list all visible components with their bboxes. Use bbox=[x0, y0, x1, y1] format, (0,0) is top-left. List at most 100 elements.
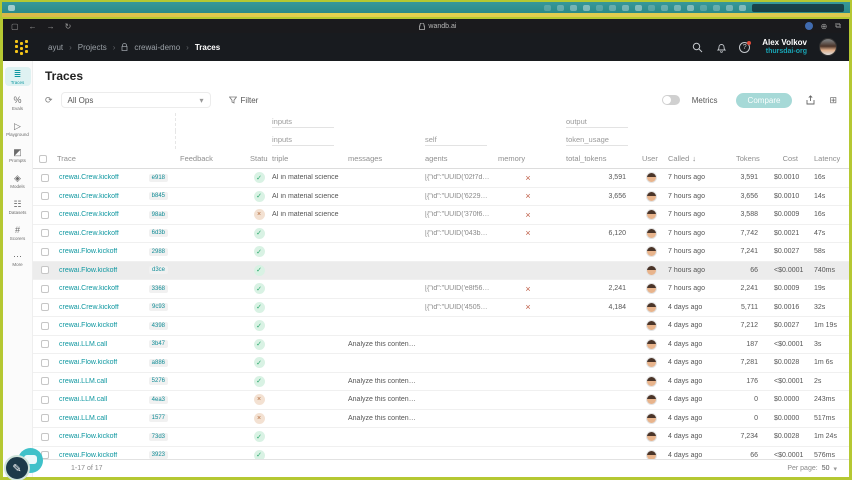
table-row[interactable]: crewai.LLM.call 1577 × Analyze this conten…… bbox=[33, 409, 849, 428]
row-checkbox[interactable] bbox=[41, 340, 49, 349]
table-row[interactable]: crewai.Crew.kickoff b845 ✓ AI in material s… bbox=[33, 187, 849, 206]
sidebar-item-evals[interactable]: % Evals bbox=[5, 93, 31, 112]
table-row[interactable]: crewai.Crew.kickoff 9c93 ✓ [{"id":"UUID('45… bbox=[33, 298, 849, 317]
breadcrumb-entity[interactable]: ayut bbox=[48, 43, 63, 52]
row-checkbox[interactable] bbox=[41, 266, 49, 275]
column-header-tokens[interactable]: Tokens bbox=[732, 154, 770, 163]
column-header-status[interactable]: Status bbox=[246, 154, 268, 163]
row-checkbox[interactable] bbox=[41, 414, 49, 423]
user-menu[interactable]: Alex Volkov thursdai-org bbox=[762, 38, 807, 55]
per-page-select[interactable]: 50 bbox=[822, 465, 830, 472]
table-row[interactable]: crewai.Crew.kickoff e918 ✓ AI in material s… bbox=[33, 169, 849, 188]
trace-name-link[interactable]: crewai.Flow.kickoff bbox=[59, 452, 149, 459]
trace-name-link[interactable]: crewai.LLM.call bbox=[59, 396, 149, 403]
trace-name-link[interactable]: crewai.Crew.kickoff bbox=[59, 174, 149, 181]
trace-name-link[interactable]: crewai.Flow.kickoff bbox=[59, 267, 149, 274]
export-icon[interactable] bbox=[806, 95, 815, 105]
sidebar-item-more[interactable]: ⋯ More bbox=[5, 249, 31, 268]
row-checkbox[interactable] bbox=[41, 358, 49, 367]
trace-name-link[interactable]: crewai.Flow.kickoff bbox=[59, 433, 149, 440]
table-row[interactable]: crewai.Flow.kickoff 3923 ✓ 4 days ago 66 <$0.… bbox=[33, 446, 849, 459]
row-checkbox[interactable] bbox=[41, 210, 49, 219]
sidebar-item-traces[interactable]: ≣ Traces bbox=[4, 67, 31, 86]
wandb-logo[interactable] bbox=[15, 39, 28, 55]
trace-name-link[interactable]: crewai.LLM.call bbox=[59, 415, 149, 422]
extension-icon[interactable] bbox=[804, 22, 813, 30]
trace-name-link[interactable]: crewai.LLM.call bbox=[59, 378, 149, 385]
trace-name-link[interactable]: crewai.Crew.kickoff bbox=[59, 193, 149, 200]
column-header-messages[interactable]: messages bbox=[344, 154, 421, 163]
column-header-called[interactable]: Called ↓ bbox=[664, 154, 732, 163]
column-header-triple[interactable]: triple bbox=[268, 154, 344, 163]
row-checkbox[interactable] bbox=[41, 377, 49, 386]
sidebar-item-models[interactable]: ◈ Models bbox=[5, 171, 31, 190]
compose-feedback-button[interactable]: ✎ bbox=[4, 455, 30, 480]
sidebar-item-prompts[interactable]: ◩ Prompts bbox=[5, 145, 31, 164]
column-header-memory[interactable]: memory bbox=[494, 154, 562, 163]
table-row[interactable]: crewai.Flow.kickoff 2988 ✓ 7 hours ago 7,241… bbox=[33, 243, 849, 262]
row-checkbox[interactable] bbox=[41, 173, 49, 182]
column-header-agents[interactable]: agents bbox=[421, 154, 494, 163]
forward-icon[interactable]: → bbox=[47, 22, 55, 31]
user-avatar bbox=[646, 301, 657, 313]
search-icon[interactable] bbox=[691, 41, 703, 53]
table-row[interactable]: crewai.LLM.call 3b47 ✓ Analyze this conten…… bbox=[33, 335, 849, 354]
trace-name-link[interactable]: crewai.LLM.call bbox=[59, 341, 149, 348]
table-row[interactable]: crewai.Flow.kickoff a886 ✓ 4 days ago 7,281 $… bbox=[33, 354, 849, 373]
table-row[interactable]: crewai.LLM.call 5276 ✓ Analyze this conten…… bbox=[33, 372, 849, 391]
sidebar-item-scorers[interactable]: # Scorers bbox=[5, 223, 31, 242]
trace-name-link[interactable]: crewai.Crew.kickoff bbox=[59, 285, 149, 292]
breadcrumb-project[interactable]: crewai-demo bbox=[134, 43, 180, 52]
row-checkbox[interactable] bbox=[41, 303, 49, 312]
column-header-total-tokens[interactable]: total_tokens bbox=[562, 154, 638, 163]
column-header-latency[interactable]: Latency bbox=[810, 154, 849, 163]
row-checkbox[interactable] bbox=[41, 432, 49, 441]
metrics-toggle[interactable] bbox=[661, 95, 680, 105]
reload-icon[interactable]: ↻ bbox=[65, 22, 72, 31]
table-row[interactable]: crewai.Crew.kickoff 6d3b ✓ [{"id":"UUID('04… bbox=[33, 224, 849, 243]
table-row[interactable]: crewai.Flow.kickoff 4398 ✓ 4 days ago 7,212 $… bbox=[33, 317, 849, 336]
compare-button[interactable]: Compare bbox=[735, 92, 793, 108]
table-row[interactable]: crewai.Crew.kickoff 3368 ✓ [{"id":"UUID('e8… bbox=[33, 280, 849, 299]
avatar[interactable] bbox=[819, 38, 837, 56]
duplicate-tab-icon[interactable]: ⧉ bbox=[835, 21, 841, 31]
refresh-icon[interactable]: ⟳ bbox=[45, 95, 53, 106]
table-row[interactable]: crewai.Crew.kickoff 98ab × AI in material s… bbox=[33, 206, 849, 225]
breadcrumb-projects[interactable]: Projects bbox=[78, 43, 107, 52]
trace-name-link[interactable]: crewai.Flow.kickoff bbox=[59, 248, 149, 255]
sidebar-toggle-icon[interactable]: ▢ bbox=[11, 22, 19, 31]
trace-name-link[interactable]: crewai.Crew.kickoff bbox=[59, 230, 149, 237]
row-checkbox[interactable] bbox=[41, 247, 49, 256]
back-icon[interactable]: ← bbox=[29, 22, 37, 31]
trace-name-link[interactable]: crewai.Crew.kickoff bbox=[59, 304, 149, 311]
row-checkbox[interactable] bbox=[41, 395, 49, 404]
user-cell bbox=[638, 412, 664, 424]
cost-cell: $0.0027 bbox=[774, 248, 800, 256]
new-tab-icon[interactable]: ⊕ bbox=[821, 22, 828, 31]
columns-icon[interactable]: ⊞ bbox=[829, 95, 837, 106]
table-row[interactable]: crewai.Flow.kickoff d3ce ✓ 7 hours ago 66 <$0… bbox=[33, 261, 849, 280]
row-checkbox[interactable] bbox=[41, 229, 49, 238]
column-header-trace[interactable]: Trace bbox=[53, 154, 176, 163]
filter-button[interactable]: Filter bbox=[228, 96, 258, 105]
sidebar-item-playground[interactable]: ▷ Playground bbox=[5, 119, 31, 138]
table-row[interactable]: crewai.LLM.call 4ea3 × Analyze this conten…… bbox=[33, 391, 849, 410]
sidebar-item-datasets[interactable]: ☷ Datasets bbox=[5, 197, 31, 216]
trace-name-link[interactable]: crewai.Flow.kickoff bbox=[59, 359, 149, 366]
help-icon[interactable]: ? bbox=[739, 40, 752, 53]
select-all-checkbox[interactable] bbox=[39, 154, 47, 163]
column-header-cost[interactable]: Cost bbox=[770, 154, 810, 163]
address-bar[interactable]: wandb.ai bbox=[419, 22, 456, 30]
trace-name-link[interactable]: crewai.Crew.kickoff bbox=[59, 211, 149, 218]
row-checkbox[interactable] bbox=[41, 284, 49, 293]
column-header-user[interactable]: User bbox=[638, 154, 664, 163]
row-checkbox[interactable] bbox=[41, 321, 49, 330]
column-header-feedback[interactable]: Feedback bbox=[176, 154, 246, 163]
ops-filter-select[interactable]: All Ops ▾ bbox=[60, 92, 211, 108]
trace-name-link[interactable]: crewai.Flow.kickoff bbox=[59, 322, 149, 329]
row-checkbox[interactable] bbox=[41, 192, 49, 201]
cost-cell: $0.0028 bbox=[774, 359, 800, 367]
notifications-bell-icon[interactable] bbox=[715, 41, 727, 53]
table-row[interactable]: crewai.Flow.kickoff 73d3 ✓ 4 days ago 7,234 $… bbox=[33, 428, 849, 447]
chevron-down-icon[interactable]: ▾ bbox=[833, 465, 837, 473]
